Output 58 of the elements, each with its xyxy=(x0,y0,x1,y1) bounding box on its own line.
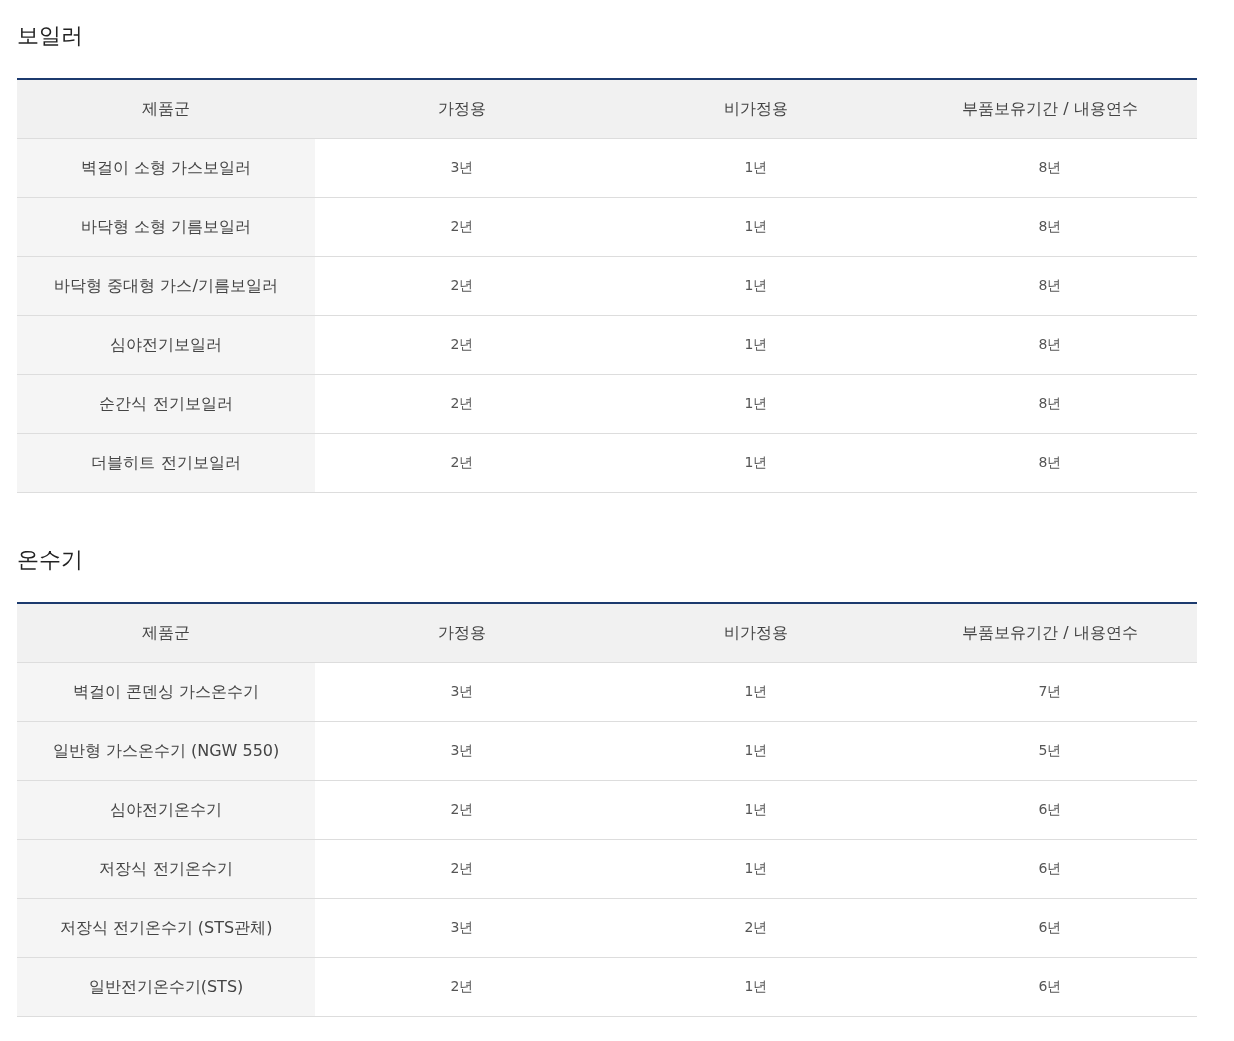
table-cell: 8년 xyxy=(903,433,1197,493)
table-cell: 2년 xyxy=(315,315,609,375)
column-header: 가정용 xyxy=(315,79,609,139)
table-cell: 1년 xyxy=(609,780,903,840)
product-cell: 심야전기온수기 xyxy=(17,780,315,840)
product-cell: 저장식 전기온수기 xyxy=(17,839,315,899)
product-cell: 벽걸이 소형 가스보일러 xyxy=(17,138,315,198)
column-header: 제품군 xyxy=(17,79,315,139)
product-cell: 더블히트 전기보일러 xyxy=(17,433,315,493)
table-cell: 6년 xyxy=(903,839,1197,899)
table-cell: 1년 xyxy=(609,957,903,1017)
column-header: 부품보유기간 / 내용연수 xyxy=(903,603,1197,663)
table-cell: 1년 xyxy=(609,138,903,198)
table-cell: 1년 xyxy=(609,374,903,434)
table-cell: 8년 xyxy=(903,374,1197,434)
table-cell: 2년 xyxy=(315,780,609,840)
table-cell: 8년 xyxy=(903,197,1197,257)
table-cell: 6년 xyxy=(903,957,1197,1017)
column-header: 비가정용 xyxy=(609,603,903,663)
table-cell: 1년 xyxy=(609,315,903,375)
table-cell: 7년 xyxy=(903,662,1197,722)
product-cell: 순간식 전기보일러 xyxy=(17,374,315,434)
table-cell: 1년 xyxy=(609,433,903,493)
column-header: 비가정용 xyxy=(609,79,903,139)
table-cell: 2년 xyxy=(609,898,903,958)
table-cell: 8년 xyxy=(903,138,1197,198)
table-cell: 3년 xyxy=(315,898,609,958)
column-header: 부품보유기간 / 내용연수 xyxy=(903,79,1197,139)
product-cell: 바닥형 중대형 가스/기름보일러 xyxy=(17,256,315,316)
product-cell: 일반전기온수기(STS) xyxy=(17,957,315,1017)
table-cell: 1년 xyxy=(609,197,903,257)
table-cell: 3년 xyxy=(315,721,609,781)
table-cell: 6년 xyxy=(903,780,1197,840)
column-header: 제품군 xyxy=(17,603,315,663)
table-cell: 3년 xyxy=(315,138,609,198)
table-cell: 2년 xyxy=(315,433,609,493)
column-header: 가정용 xyxy=(315,603,609,663)
table-cell: 2년 xyxy=(315,256,609,316)
section-title: 보일러 xyxy=(17,22,84,50)
table-cell: 5년 xyxy=(903,721,1197,781)
table-cell: 1년 xyxy=(609,721,903,781)
table-cell: 1년 xyxy=(609,662,903,722)
section-title: 온수기 xyxy=(17,546,84,574)
table-cell: 2년 xyxy=(315,197,609,257)
table-cell: 6년 xyxy=(903,898,1197,958)
product-cell: 심야전기보일러 xyxy=(17,315,315,375)
product-cell: 벽걸이 콘덴싱 가스온수기 xyxy=(17,662,315,722)
product-cell: 저장식 전기온수기 (STS관체) xyxy=(17,898,315,958)
product-cell: 일반형 가스온수기 (NGW 550) xyxy=(17,721,315,781)
table-cell: 2년 xyxy=(315,957,609,1017)
table-cell: 2년 xyxy=(315,839,609,899)
table-cell: 8년 xyxy=(903,315,1197,375)
table-cell: 8년 xyxy=(903,256,1197,316)
table-cell: 3년 xyxy=(315,662,609,722)
table-cell: 1년 xyxy=(609,256,903,316)
product-cell: 바닥형 소형 기름보일러 xyxy=(17,197,315,257)
table-cell: 2년 xyxy=(315,374,609,434)
table-cell: 1년 xyxy=(609,839,903,899)
